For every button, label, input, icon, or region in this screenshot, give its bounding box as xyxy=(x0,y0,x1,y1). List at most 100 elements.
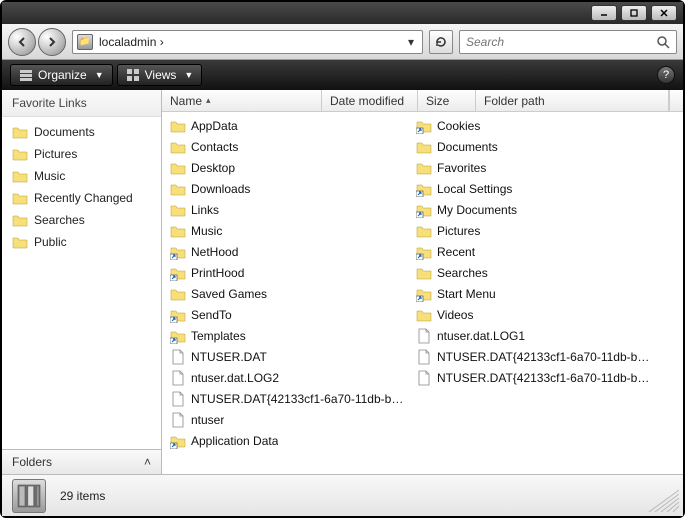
list-item[interactable]: Desktop xyxy=(164,158,410,178)
search-input[interactable] xyxy=(466,35,656,49)
list-item[interactable]: Videos xyxy=(410,305,656,325)
pictures-icon xyxy=(12,146,28,162)
shortcut-icon xyxy=(170,328,186,344)
favorite-link-searches[interactable]: Searches xyxy=(2,209,161,231)
column-size[interactable]: Size xyxy=(418,90,476,111)
list-item[interactable]: Local Settings xyxy=(410,179,656,199)
views-label: Views xyxy=(145,68,177,82)
search-box[interactable] xyxy=(459,30,677,54)
shortcut-icon xyxy=(416,118,432,134)
favorite-link-label: Pictures xyxy=(34,147,77,161)
list-item[interactable]: Templates xyxy=(164,326,410,346)
list-item[interactable]: ntuser xyxy=(164,410,410,430)
item-label: Start Menu xyxy=(437,287,496,301)
titlebar xyxy=(2,2,683,24)
forward-button[interactable] xyxy=(38,28,66,56)
recent-icon xyxy=(12,190,28,206)
maximize-button[interactable] xyxy=(621,5,647,21)
column-date-modified[interactable]: Date modified xyxy=(322,90,418,111)
resize-grip-icon[interactable] xyxy=(639,482,679,512)
favorite-link-label: Recently Changed xyxy=(34,191,133,205)
list-item[interactable]: Music xyxy=(164,221,410,241)
list-item[interactable]: NTUSER.DAT{42133cf1-6a70-11db-bbc9... xyxy=(164,389,410,409)
list-item[interactable]: NTUSER.DAT{42133cf1-6a70-11db-bbc9... xyxy=(410,368,656,388)
favorite-link-label: Documents xyxy=(34,125,95,139)
favorite-link-recently-changed[interactable]: Recently Changed xyxy=(2,187,161,209)
views-icon xyxy=(126,68,140,82)
item-label: Cookies xyxy=(437,119,480,133)
shortcut-icon xyxy=(170,307,186,323)
item-label: Templates xyxy=(191,329,246,343)
organize-icon xyxy=(19,68,33,82)
column-folder-path[interactable]: Folder path xyxy=(476,90,669,111)
music-icon xyxy=(12,168,28,184)
favorite-link-pictures[interactable]: Pictures xyxy=(2,143,161,165)
search-icon[interactable] xyxy=(656,35,670,49)
list-item[interactable]: Cookies xyxy=(410,116,656,136)
item-label: NTUSER.DAT xyxy=(191,350,267,364)
folder-fav-icon xyxy=(416,160,432,176)
folder-search-icon xyxy=(416,265,432,281)
list-item[interactable]: Searches xyxy=(410,263,656,283)
refresh-button[interactable] xyxy=(429,30,453,54)
navigation-pane: Favorite Links Documents Pictures Music Rec… xyxy=(2,90,162,474)
folder-games-icon xyxy=(170,286,186,302)
list-item[interactable]: My Documents xyxy=(410,200,656,220)
folder-music-icon xyxy=(170,223,186,239)
folders-toggle[interactable]: Folders ˄ xyxy=(2,449,161,474)
close-button[interactable] xyxy=(651,5,677,21)
favorite-link-public[interactable]: Public xyxy=(2,231,161,253)
list-item[interactable]: Contacts xyxy=(164,137,410,157)
item-label: Contacts xyxy=(191,140,238,154)
list-item[interactable]: ntuser.dat.LOG1 xyxy=(410,326,656,346)
item-label: PrintHood xyxy=(191,266,244,280)
list-item[interactable]: Downloads xyxy=(164,179,410,199)
item-label: ntuser.dat.LOG2 xyxy=(191,371,279,385)
help-button[interactable]: ? xyxy=(657,66,675,84)
folder-contacts-icon xyxy=(170,139,186,155)
item-label: Documents xyxy=(437,140,498,154)
folder-icon xyxy=(170,118,186,134)
list-item[interactable]: NetHood xyxy=(164,242,410,262)
shortcut-icon xyxy=(416,244,432,260)
file-list-pane: Name▴ Date modified Size Folder path App… xyxy=(162,90,683,474)
organize-button[interactable]: Organize ▼ xyxy=(10,64,113,86)
favorite-link-label: Music xyxy=(34,169,65,183)
list-item[interactable]: Recent xyxy=(410,242,656,262)
item-label: Links xyxy=(191,203,219,217)
favorite-link-documents[interactable]: Documents xyxy=(2,121,161,143)
item-label: Favorites xyxy=(437,161,486,175)
item-label: Downloads xyxy=(191,182,250,196)
address-bar[interactable]: 📁 localadmin › ▾ xyxy=(72,30,423,54)
column-overflow[interactable] xyxy=(669,90,683,111)
list-item[interactable]: Favorites xyxy=(410,158,656,178)
back-button[interactable] xyxy=(8,28,36,56)
item-label: Saved Games xyxy=(191,287,267,301)
list-item[interactable]: SendTo xyxy=(164,305,410,325)
list-item[interactable]: Saved Games xyxy=(164,284,410,304)
list-item[interactable]: Pictures xyxy=(410,221,656,241)
list-item[interactable]: ntuser.dat.LOG2 xyxy=(164,368,410,388)
favorite-link-music[interactable]: Music xyxy=(2,165,161,187)
folders-label: Folders xyxy=(12,455,52,469)
item-label: NTUSER.DAT{42133cf1-6a70-11db-bbc9... xyxy=(437,350,650,364)
item-label: NTUSER.DAT{42133cf1-6a70-11db-bbc9... xyxy=(437,371,650,385)
list-item[interactable]: NTUSER.DAT xyxy=(164,347,410,367)
address-dropdown[interactable]: ▾ xyxy=(404,35,418,49)
views-button[interactable]: Views ▼ xyxy=(117,64,203,86)
item-label: Desktop xyxy=(191,161,235,175)
column-name[interactable]: Name▴ xyxy=(162,90,322,111)
shortcut-icon xyxy=(170,433,186,449)
item-label: Pictures xyxy=(437,224,480,238)
favorite-links-heading: Favorite Links xyxy=(2,90,161,117)
list-item[interactable]: PrintHood xyxy=(164,263,410,283)
list-item[interactable]: NTUSER.DAT{42133cf1-6a70-11db-bbc9... xyxy=(410,347,656,367)
file-icon xyxy=(416,349,432,365)
list-item[interactable]: AppData xyxy=(164,116,410,136)
shortcut-icon xyxy=(170,244,186,260)
minimize-button[interactable] xyxy=(591,5,617,21)
list-item[interactable]: Documents xyxy=(410,137,656,157)
list-item[interactable]: Links xyxy=(164,200,410,220)
list-item[interactable]: Start Menu xyxy=(410,284,656,304)
list-item[interactable]: Application Data xyxy=(164,431,410,451)
